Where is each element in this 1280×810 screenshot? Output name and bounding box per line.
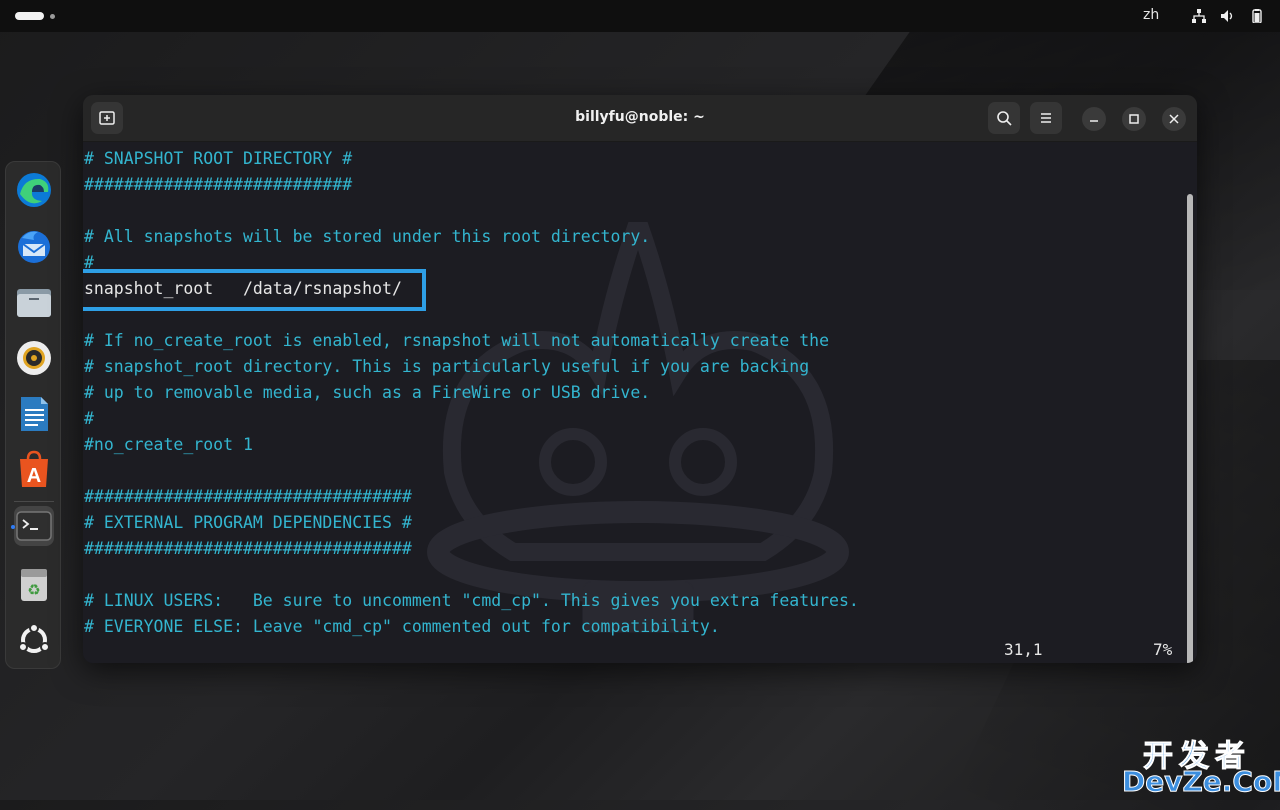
activities-button[interactable] (15, 12, 55, 20)
scroll-percent: 7% (1153, 640, 1173, 659)
dock-item-files[interactable] (14, 282, 54, 322)
site-watermark-logo: 开发者 DevZe.CoM (1122, 731, 1280, 799)
terminal-window: billyfu@noble: ~ # SNAPSHOT ROOT DIRECTO… (83, 95, 1197, 663)
running-indicator (11, 525, 15, 529)
search-button[interactable] (988, 102, 1020, 134)
battery-icon[interactable] (1249, 9, 1265, 23)
editor-line: ################################# (84, 539, 412, 558)
dock-item-writer[interactable] (14, 394, 54, 434)
volume-icon[interactable] (1220, 9, 1236, 23)
close-icon (1169, 114, 1179, 124)
editor-line: # LINUX USERS: Be sure to uncomment "cmd… (84, 591, 859, 610)
workspace-indicator-active (15, 12, 44, 20)
edge-icon (17, 173, 51, 207)
rhythmbox-icon (17, 341, 51, 375)
network-icon[interactable] (1191, 9, 1207, 23)
dock-item-rhythmbox[interactable] (14, 338, 54, 378)
svg-text:♻: ♻ (27, 581, 40, 599)
editor-line: # EXTERNAL PROGRAM DEPENDENCIES # (84, 513, 412, 532)
site-watermark-en: DevZe.CoM (1122, 765, 1280, 799)
close-button[interactable] (1162, 107, 1186, 131)
app-center-icon: A (20, 450, 48, 487)
cursor-position: 31,1 (1004, 640, 1043, 659)
workspace-indicator (50, 14, 55, 19)
window-headerbar: billyfu@noble: ~ (83, 95, 1197, 142)
dock: A ♻ (5, 161, 61, 669)
thunderbird-icon (18, 231, 50, 263)
top-bar: zh (0, 0, 1280, 32)
editor-line: # If no_create_root is enabled, rsnapsho… (84, 331, 830, 350)
editor-line: # snapshot_root directory. This is parti… (84, 357, 810, 376)
editor-line: # up to removable media, such as a FireW… (84, 383, 651, 402)
terminal-content[interactable]: # SNAPSHOT ROOT DIRECTORY # ############… (83, 142, 1197, 663)
dock-item-app-center[interactable]: A (14, 450, 54, 490)
editor-line: ################################# (84, 487, 412, 506)
editor-line: # EVERYONE ELSE: Leave "cmd_cp" commente… (84, 617, 720, 636)
minimize-button[interactable] (1082, 107, 1106, 131)
menu-button[interactable] (1030, 102, 1062, 134)
show-apps-icon (18, 623, 50, 653)
menu-icon (1041, 113, 1051, 123)
terminal-icon (16, 511, 52, 541)
editor-line: ########################### (84, 175, 353, 194)
libreoffice-writer-icon (21, 397, 48, 431)
dock-item-terminal[interactable] (11, 506, 54, 546)
editor-line: # (84, 409, 94, 428)
trash-icon: ♻ (21, 569, 47, 601)
search-icon (997, 111, 1012, 126)
editor-line: # SNAPSHOT ROOT DIRECTORY # (84, 149, 353, 168)
scrollbar[interactable] (1187, 194, 1193, 663)
dock-item-thunderbird[interactable] (14, 226, 54, 266)
editor-line: #no_create_root 1 (84, 435, 253, 454)
dock-item-edge[interactable] (14, 170, 54, 210)
editor-line: # All snapshots will be stored under thi… (84, 227, 651, 246)
dock-item-trash[interactable]: ♻ (14, 564, 54, 604)
svg-text:A: A (27, 465, 41, 487)
dock-item-show-apps[interactable] (14, 620, 54, 660)
files-icon (17, 289, 51, 317)
highlight-box (83, 269, 426, 311)
maximize-icon (1129, 114, 1139, 124)
minimize-icon (1090, 120, 1098, 122)
dock-separator (14, 501, 54, 502)
maximize-button[interactable] (1122, 107, 1146, 131)
input-language-indicator[interactable]: zh (1143, 7, 1159, 23)
editor-buffer[interactable]: # SNAPSHOT ROOT DIRECTORY # ############… (83, 146, 859, 640)
